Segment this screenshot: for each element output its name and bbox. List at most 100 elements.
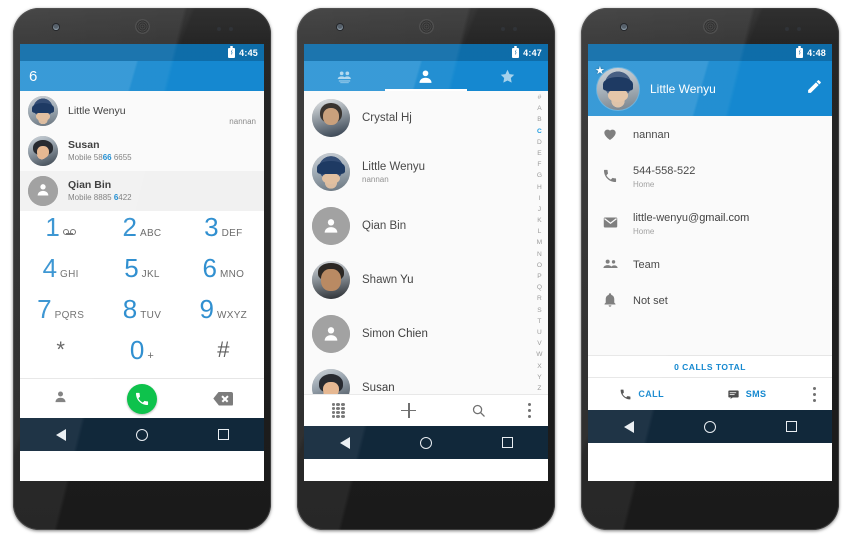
nav-back-button[interactable] <box>20 428 101 441</box>
index-letter-l[interactable]: L <box>538 228 542 235</box>
index-letter-r[interactable]: R <box>537 295 542 302</box>
list-item[interactable]: Susan Mobile 5866 6655 <box>20 131 264 171</box>
index-letter-b[interactable]: B <box>537 116 542 123</box>
index-letter-z[interactable]: Z <box>537 385 541 392</box>
index-letter-i[interactable]: I <box>538 195 540 202</box>
status-bar: 4:47 <box>304 44 548 61</box>
index-letter-g[interactable]: G <box>537 172 542 179</box>
index-letter-u[interactable]: U <box>537 329 542 336</box>
avatar <box>312 153 350 191</box>
dialpad-button[interactable] <box>304 403 372 418</box>
contact-action-bar: CALL SMS <box>588 378 832 410</box>
dialpad-key-8[interactable]: 8 TUV <box>101 296 182 337</box>
dialpad-key-hash[interactable]: # <box>183 337 264 378</box>
nav-home-button[interactable] <box>101 428 182 441</box>
avatar <box>28 136 58 166</box>
contacts-bottom-bar <box>304 394 548 426</box>
overflow-menu-button[interactable] <box>511 403 548 418</box>
index-letter-m[interactable]: M <box>537 239 543 246</box>
call-button[interactable] <box>101 383 182 414</box>
list-item[interactable]: Qian Bin Mobile 8885 6422 <box>20 171 264 211</box>
tab-bar <box>304 61 548 91</box>
search-button[interactable] <box>446 403 512 418</box>
index-letter-j[interactable]: J <box>538 206 542 213</box>
tab-speed-dial[interactable] <box>304 61 385 91</box>
star-icon[interactable]: ★ <box>595 66 605 77</box>
tab-contacts[interactable] <box>385 61 466 91</box>
dialpad-key-5[interactable]: 5 JKL <box>101 255 182 296</box>
index-letter-c[interactable]: C <box>537 128 542 135</box>
detail-row-email[interactable]: little-wenyu@gmail.com Home <box>588 199 832 246</box>
index-letter-y[interactable]: Y <box>537 374 542 381</box>
index-letter-f[interactable]: F <box>537 161 541 168</box>
index-letter-o[interactable]: O <box>537 262 542 269</box>
nav-recents-button[interactable] <box>751 421 832 432</box>
alphabet-index-scrubber[interactable]: # A B C D E F G H I J K L M N O P Q R S T U V W X Y Z <box>533 94 546 392</box>
nav-home-button[interactable] <box>385 436 466 449</box>
avatar <box>312 99 350 137</box>
key-digit: 5 <box>124 253 139 283</box>
sms-button[interactable]: SMS <box>695 388 797 401</box>
index-letter-a[interactable]: A <box>537 105 542 112</box>
overflow-menu-button[interactable] <box>798 386 832 402</box>
index-letter-d[interactable]: D <box>537 139 542 146</box>
list-item[interactable]: Crystal Hj <box>304 91 548 145</box>
contact-number: Mobile 8885 6422 <box>68 193 132 202</box>
dialpad-key-star[interactable]: * <box>20 337 101 378</box>
index-letter-e[interactable]: E <box>537 150 542 157</box>
edit-contact-button[interactable] <box>806 78 823 100</box>
dialer-number-input[interactable]: 6 <box>20 61 264 91</box>
dialpad-key-0[interactable]: 0 + <box>101 337 182 378</box>
dialpad-key-9[interactable]: 9 WXYZ <box>183 296 264 337</box>
proximity-sensor-icon <box>785 27 807 31</box>
call-button[interactable]: CALL <box>588 388 695 401</box>
index-letter-k[interactable]: K <box>537 217 542 224</box>
dialpad-key-1[interactable]: 1 <box>20 214 101 255</box>
phone2-screen: 4:47 Crystal Hj Little Wenyu nannan Qian… <box>304 44 548 481</box>
list-item[interactable]: Little Wenyu nannan <box>20 91 264 131</box>
nav-back-button[interactable] <box>304 436 385 449</box>
detail-row-group[interactable]: Team <box>588 246 832 282</box>
index-letter-w[interactable]: W <box>536 351 542 358</box>
avatar <box>28 176 58 206</box>
list-item[interactable]: Susan <box>304 361 548 394</box>
detail-row-phone[interactable]: 544-558-522 Home <box>588 152 832 199</box>
key-letters: TUV <box>140 310 162 321</box>
nav-home-button[interactable] <box>669 420 750 433</box>
dialpad-key-3[interactable]: 3 DEF <box>183 214 264 255</box>
index-letter-t[interactable]: T <box>537 318 541 325</box>
phone-top-bezel <box>13 8 271 43</box>
list-item[interactable]: Little Wenyu nannan <box>304 145 548 199</box>
index-letter-q[interactable]: Q <box>537 284 542 291</box>
index-letter-hash[interactable]: # <box>538 94 542 101</box>
dialpad-key-4[interactable]: 4 GHI <box>20 255 101 296</box>
list-item[interactable]: Qian Bin <box>304 199 548 253</box>
dialpad-key-6[interactable]: 6 MNO <box>183 255 264 296</box>
system-nav-bar <box>20 418 264 451</box>
detail-row-nickname[interactable]: nannan <box>588 116 832 152</box>
index-letter-s[interactable]: S <box>537 307 542 314</box>
tab-favorites[interactable] <box>467 61 548 91</box>
contacts-list: Crystal Hj Little Wenyu nannan Qian Bin … <box>304 91 548 394</box>
list-item[interactable]: Shawn Yu <box>304 253 548 307</box>
add-contact-button[interactable] <box>372 403 445 418</box>
index-letter-p[interactable]: P <box>537 273 542 280</box>
dialpad-key-7[interactable]: 7 PQRS <box>20 296 101 337</box>
open-contacts-button[interactable] <box>20 389 101 409</box>
sms-icon <box>728 389 739 399</box>
calls-total-label[interactable]: 0 CALLS TOTAL <box>588 355 832 378</box>
list-item[interactable]: Simon Chien <box>304 307 548 361</box>
nav-back-button[interactable] <box>588 420 669 433</box>
index-letter-n[interactable]: N <box>537 251 542 258</box>
index-letter-x[interactable]: X <box>537 363 542 370</box>
contact-name: Susan <box>362 382 395 394</box>
detail-row-ringtone[interactable]: Not set <box>588 282 832 318</box>
nav-recents-button[interactable] <box>183 429 264 440</box>
detail-value: 544-558-522 <box>633 165 696 177</box>
index-letter-h[interactable]: H <box>537 184 542 191</box>
nav-recents-button[interactable] <box>467 437 548 448</box>
bell-icon <box>600 292 620 308</box>
dialpad-key-2[interactable]: 2 ABC <box>101 214 182 255</box>
index-letter-v[interactable]: V <box>537 340 542 347</box>
backspace-button[interactable] <box>183 391 264 406</box>
